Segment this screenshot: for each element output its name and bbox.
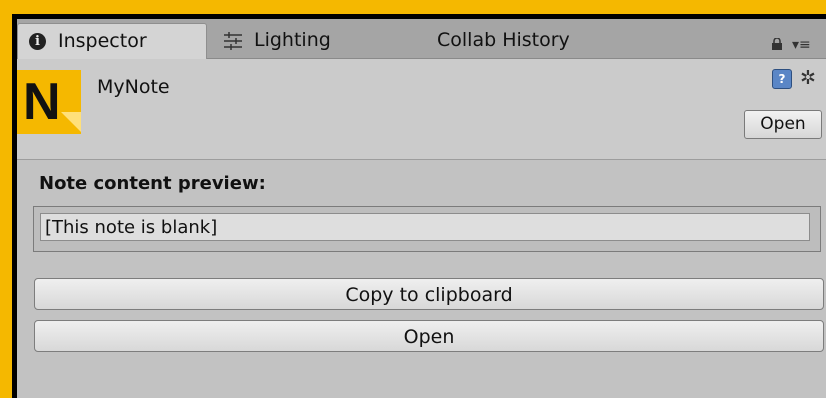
copy-to-clipboard-button[interactable]: Copy to clipboard bbox=[34, 278, 824, 310]
header-open-button[interactable]: Open bbox=[744, 110, 822, 139]
note-logo-letter: N bbox=[23, 73, 61, 131]
menu-icon[interactable]: ▾≡ bbox=[792, 37, 822, 53]
note-logo-fold bbox=[61, 112, 81, 132]
lighting-icon bbox=[224, 32, 242, 50]
tab-lighting-label: Lighting bbox=[254, 29, 331, 51]
help-icon[interactable]: ? bbox=[772, 69, 792, 89]
inspector-window: i Inspector Lighting Collab History ▾≡ N… bbox=[17, 19, 826, 398]
tab-bar: i Inspector Lighting Collab History ▾≡ bbox=[17, 19, 826, 59]
preview-text-field[interactable]: [This note is blank] bbox=[40, 213, 810, 241]
tab-inspector[interactable]: i Inspector bbox=[17, 23, 207, 59]
lock-icon[interactable] bbox=[771, 38, 783, 50]
gear-icon[interactable]: ✲ bbox=[800, 67, 824, 89]
tab-lighting[interactable]: Lighting bbox=[222, 23, 382, 58]
inspector-header: N MyNote ? ✲ Open bbox=[17, 59, 826, 160]
info-icon: i bbox=[29, 33, 46, 50]
object-title: MyNote bbox=[97, 76, 170, 98]
preview-label: Note content preview: bbox=[39, 173, 266, 194]
note-logo: N bbox=[17, 70, 81, 134]
tab-inspector-label: Inspector bbox=[58, 30, 147, 52]
tab-collab-history[interactable]: Collab History bbox=[437, 23, 637, 58]
open-button[interactable]: Open bbox=[34, 320, 824, 352]
preview-field-frame: [This note is blank] bbox=[33, 206, 821, 252]
tab-collab-history-label: Collab History bbox=[437, 29, 570, 51]
